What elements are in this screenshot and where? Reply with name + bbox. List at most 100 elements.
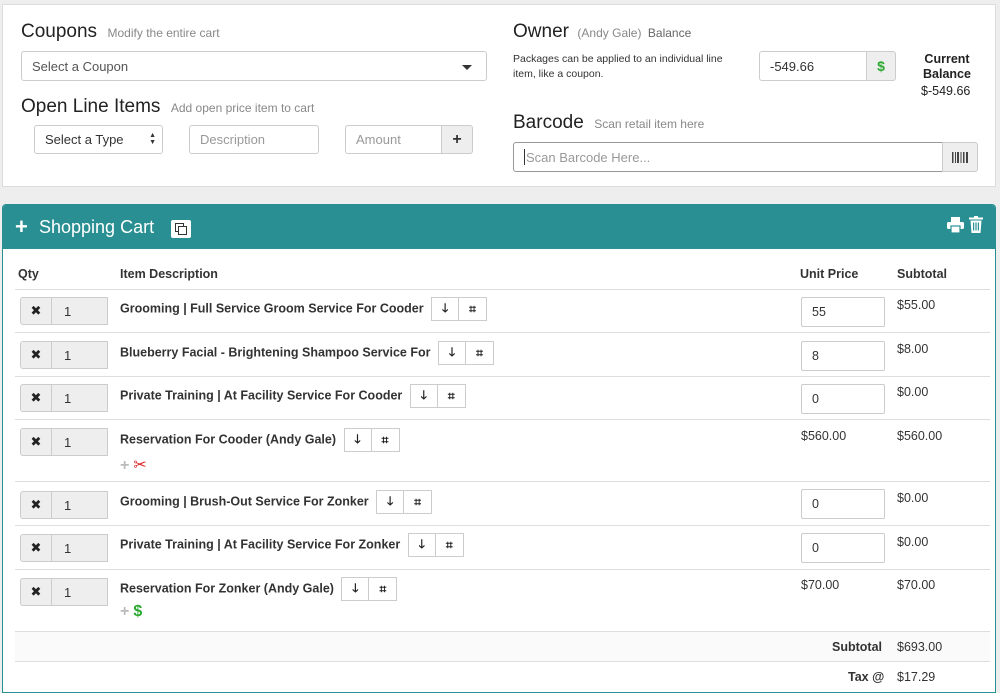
trash-icon[interactable] [969,216,983,233]
row-subtotal: $0.00 [897,535,929,549]
unit-price-input[interactable]: 0 [801,384,885,414]
quantity-input[interactable]: 1 [52,428,108,456]
add-icon[interactable]: + [120,603,129,620]
unit-price-text: $70.00 [801,578,840,592]
unit-price-input[interactable]: 8 [801,341,885,371]
subtotal-value: $693.00 [897,640,943,654]
quantity-input[interactable]: 1 [52,341,108,369]
unit-price-input[interactable]: 0 [801,533,885,563]
plus-icon: + [452,130,462,148]
item-description: Private Training | At Facility Service F… [120,384,466,408]
close-icon: ✖ [30,390,42,405]
row-subtotal: $70.00 [897,578,936,592]
item-description: Reservation For Zonker (Andy Gale) 🡓 ⌗ [120,577,398,601]
item-actions: 🡓 ⌗ [343,428,400,452]
remove-item-button[interactable]: ✖ [20,384,52,412]
current-balance-value: $-549.66 [921,84,971,98]
quantity-input[interactable]: 1 [52,384,108,412]
coupon-select[interactable]: Select a Coupon [21,51,487,81]
item-description: Private Training | At Facility Service F… [120,533,464,557]
chevron-down-icon [462,65,472,70]
quantity-input[interactable]: 1 [52,534,108,562]
scissors-icon[interactable]: ✂ [133,457,146,474]
close-icon: ✖ [30,584,42,599]
barcode-placeholder: Scan Barcode Here... [526,149,651,165]
type-select[interactable]: Select a Type ▲ ▼ [34,125,163,154]
quantity-input[interactable]: 1 [52,578,108,606]
coupons-subtitle: Modify the entire cart [107,26,220,40]
move-down-icon[interactable]: 🡓 [437,341,466,365]
row-divider [15,419,990,420]
row-divider [15,525,990,526]
quantity-input[interactable]: 1 [52,491,108,519]
column-unit-price: Unit Price [800,267,859,281]
owner-name: (Andy Gale) [577,26,642,40]
barcode-subtitle: Scan retail item here [594,117,705,131]
dollar-icon[interactable]: $ [133,603,142,620]
row-divider [15,332,990,333]
open-items-title: Open Line Items [21,96,161,117]
expand-plus-icon[interactable]: + [15,214,28,240]
item-actions: 🡓 ⌗ [437,341,494,365]
tag-icon[interactable]: ⌗ [437,384,466,408]
row-subtotal: $55.00 [897,298,936,312]
apply-balance-button[interactable]: $ [866,51,896,81]
item-description: Reservation For Cooder (Andy Gale) 🡓 ⌗ [120,428,400,452]
column-description: Item Description [120,267,218,281]
description-placeholder: Description [200,132,266,147]
owner-balance-label: Balance [647,26,692,40]
barcode-title: Barcode [513,112,584,133]
item-description: Blueberry Facial - Brightening Shampoo S… [120,341,494,365]
move-down-icon[interactable]: 🡓 [431,297,460,321]
type-select-value: Select a Type [45,132,124,147]
column-subtotal: Subtotal [897,267,947,281]
tax-value: $17.29 [897,670,936,684]
move-down-icon[interactable]: 🡓 [376,490,405,514]
tag-icon[interactable]: ⌗ [371,428,400,452]
tag-icon[interactable]: ⌗ [369,577,398,601]
item-actions: 🡓 ⌗ [407,533,464,557]
row-subtotal: $8.00 [897,342,929,356]
close-icon: ✖ [30,347,42,362]
tag-icon[interactable]: ⌗ [465,341,494,365]
close-icon: ✖ [30,434,42,449]
row-subtotal: $0.00 [897,491,929,505]
column-qty: Qty [18,267,39,281]
open-items-header: Open Line Items Add open price item to c… [21,96,314,118]
balance-input[interactable]: -549.66 [759,51,867,81]
quantity-input[interactable]: 1 [52,297,108,325]
move-down-icon[interactable]: 🡓 [343,428,372,452]
item-actions: 🡓 ⌗ [409,384,466,408]
add-icon[interactable]: + [120,457,129,474]
move-down-icon[interactable]: 🡓 [407,533,436,557]
remove-item-button[interactable]: ✖ [20,578,52,606]
scan-barcode-button[interactable] [942,142,978,172]
owner-header: Owner (Andy Gale) Balance [513,21,691,43]
copy-icon[interactable] [171,220,191,238]
barcode-input[interactable]: Scan Barcode Here... [513,142,943,172]
tag-icon[interactable]: ⌗ [435,533,464,557]
remove-item-button[interactable]: ✖ [20,428,52,456]
row-divider [15,289,990,290]
tag-icon[interactable]: ⌗ [459,297,488,321]
item-actions: 🡓 ⌗ [341,577,398,601]
move-down-icon[interactable]: 🡓 [341,577,370,601]
description-input[interactable]: Description [189,125,319,154]
unit-price-input[interactable]: 55 [801,297,885,327]
unit-price-input[interactable]: 0 [801,489,885,519]
remove-item-button[interactable]: ✖ [20,341,52,369]
amount-input[interactable]: Amount [345,125,442,154]
top-panel: Coupons Modify the entire cart Select a … [2,4,996,187]
reservation-actions: + $ [120,603,142,621]
remove-item-button[interactable]: ✖ [20,297,52,325]
move-down-icon[interactable]: 🡓 [409,384,438,408]
add-open-item-button[interactable]: + [441,125,473,154]
balance-value: -549.66 [770,58,815,74]
row-divider [15,481,990,482]
row-divider [15,569,990,570]
tag-icon[interactable]: ⌗ [404,490,433,514]
printer-icon[interactable] [947,217,964,233]
remove-item-button[interactable]: ✖ [20,534,52,562]
close-icon: ✖ [30,497,42,512]
remove-item-button[interactable]: ✖ [20,491,52,519]
